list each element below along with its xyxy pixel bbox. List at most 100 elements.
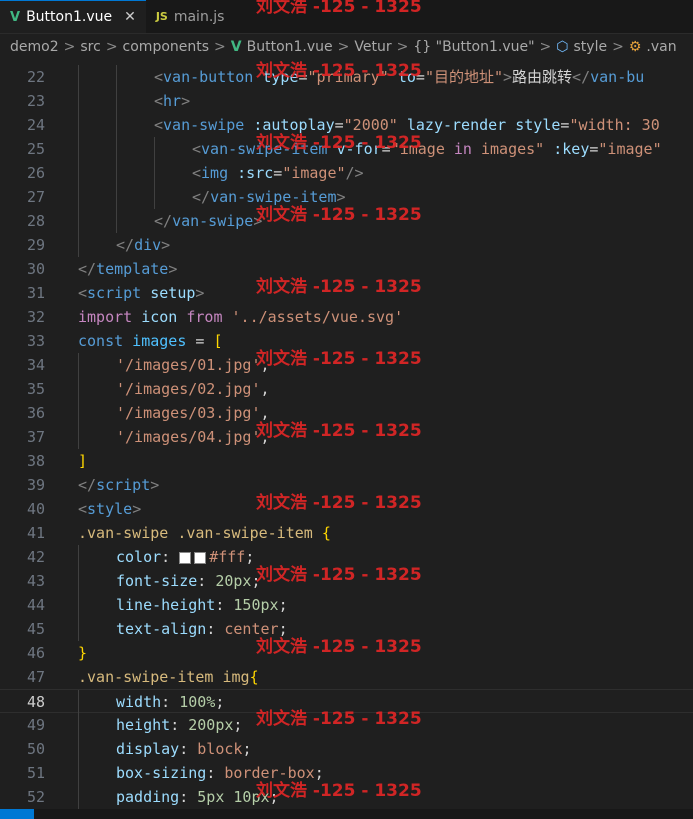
code-token: </ bbox=[78, 260, 97, 278]
code-text: const images = [ bbox=[78, 329, 223, 353]
code-token: : bbox=[170, 716, 189, 734]
code-line[interactable]: 43 font-size: 20px; 刘文浩 -125 - 1325 bbox=[0, 565, 693, 593]
breadcrumb-item[interactable]: components bbox=[123, 39, 210, 55]
code-line[interactable]: 32 import icon from '../assets/vue.svg' bbox=[0, 305, 693, 329]
code-token: ; bbox=[242, 740, 252, 758]
code-token: '../assets/vue.svg' bbox=[222, 308, 404, 326]
code-line[interactable]: 40 <style> 刘文浩 -125 - 1325 bbox=[0, 493, 693, 521]
code-token: , bbox=[260, 380, 270, 398]
code-token: width bbox=[116, 693, 162, 711]
line-number: 32 bbox=[26, 308, 45, 326]
breadcrumb-item[interactable]: .van bbox=[646, 39, 676, 55]
indent-guide bbox=[116, 89, 117, 113]
code-line[interactable]: 28 </van-swipe> 刘文浩 -125 - 1325 bbox=[0, 205, 693, 233]
code-line[interactable]: 49 height: 200px; 刘文浩 -125 - 1325 bbox=[0, 709, 693, 737]
indent-guide bbox=[78, 785, 79, 809]
indent-guide bbox=[78, 545, 79, 569]
breadcrumb-item[interactable]: style bbox=[574, 39, 608, 55]
indent-guide bbox=[78, 137, 79, 161]
breadcrumb-item[interactable]: src bbox=[80, 39, 100, 55]
indent-guide bbox=[78, 425, 79, 449]
code-line[interactable]: 52 padding: 5px 10px; 刘文浩 -125 - 1325 bbox=[0, 781, 693, 809]
code-line[interactable]: 23 <hr> bbox=[0, 89, 693, 113]
breadcrumb-item[interactable]: Vetur bbox=[354, 39, 391, 55]
code-line[interactable]: 34 '/images/01.jpg', 刘文浩 -125 - 1325 bbox=[0, 349, 693, 377]
code-token: = bbox=[186, 332, 214, 350]
code-text: '/images/03.jpg', bbox=[116, 401, 270, 425]
watermark-text: 刘文浩 -125 - 1325 bbox=[256, 349, 422, 369]
code-text: padding: 5px 10px; bbox=[116, 785, 279, 809]
code-editor[interactable]: 22 <van-button type="primary" to="目的地址">路… bbox=[0, 61, 693, 809]
js-file-icon: JS bbox=[155, 10, 168, 23]
code-token: </ bbox=[572, 68, 591, 86]
code-token: img bbox=[201, 164, 229, 182]
code-token: style bbox=[506, 116, 561, 134]
code-token: < bbox=[78, 284, 88, 302]
breadcrumb-item[interactable]: Button1.vue bbox=[247, 39, 333, 55]
line-number: 49 bbox=[26, 716, 45, 734]
code-token: script bbox=[96, 476, 151, 494]
watermark-text: 刘文浩 -125 - 1325 bbox=[256, 565, 422, 585]
line-number: 50 bbox=[26, 740, 45, 758]
indent-guide bbox=[116, 113, 117, 137]
watermark-text: 刘文浩 -125 - 1325 bbox=[256, 205, 422, 225]
color-swatch-icon[interactable] bbox=[194, 551, 207, 564]
code-token: images" bbox=[471, 140, 545, 158]
line-number: 27 bbox=[26, 188, 45, 206]
code-line[interactable]: 31 <script setup> 刘文浩 -125 - 1325 bbox=[0, 277, 693, 305]
code-token: box-sizing bbox=[116, 764, 207, 782]
code-token: > bbox=[150, 476, 160, 494]
code-token: { bbox=[321, 524, 331, 542]
code-token: : bbox=[161, 693, 180, 711]
indent-guide bbox=[116, 65, 117, 89]
code-token: : bbox=[197, 572, 216, 590]
code-line[interactable]: 47 .van-swipe-item img{ bbox=[0, 665, 693, 689]
code-text: display: block; bbox=[116, 737, 251, 761]
code-token: [ bbox=[213, 332, 223, 350]
code-text: .van-swipe .van-swipe-item { bbox=[78, 521, 331, 545]
code-line[interactable]: 44 line-height: 150px; bbox=[0, 593, 693, 617]
tab-button1-vue[interactable]: V Button1.vue ✕ bbox=[0, 0, 146, 33]
code-line[interactable]: 50 display: block; bbox=[0, 737, 693, 761]
code-line[interactable]: 35 '/images/02.jpg', bbox=[0, 377, 693, 401]
code-token: '/images/04.jpg' bbox=[116, 428, 261, 446]
code-token: style bbox=[87, 500, 133, 518]
indent-guide bbox=[78, 593, 79, 617]
code-text: line-height: 150px; bbox=[116, 593, 288, 617]
code-token: .van-swipe .van-swipe-item bbox=[78, 524, 322, 542]
indent-guide bbox=[116, 185, 117, 209]
code-token: van-bu bbox=[590, 68, 645, 86]
breadcrumb-separator: > bbox=[337, 39, 350, 55]
tab-label: main.js bbox=[173, 8, 225, 25]
code-line[interactable]: 37 '/images/04.jpg', 刘文浩 -125 - 1325 bbox=[0, 421, 693, 449]
tab-main-js[interactable]: JS main.js bbox=[146, 0, 235, 33]
code-line[interactable]: 46} 刘文浩 -125 - 1325 bbox=[0, 637, 693, 665]
code-line[interactable]: 22 <van-button type="primary" to="目的地址">路… bbox=[0, 61, 693, 89]
code-token: #fff bbox=[209, 548, 246, 566]
breadcrumb: demo2 > src > components > V Button1.vue > Vetur >… bbox=[0, 34, 693, 60]
color-swatch-icon[interactable] bbox=[179, 551, 192, 564]
indent-guide bbox=[78, 233, 79, 257]
code-token: < bbox=[154, 92, 164, 110]
breadcrumb-separator: > bbox=[214, 39, 226, 55]
code-token: images bbox=[123, 332, 187, 350]
code-token: > bbox=[503, 68, 513, 86]
indent-guide bbox=[78, 713, 79, 737]
code-token: : bbox=[179, 740, 198, 758]
breadcrumb-item[interactable]: demo2 bbox=[10, 39, 59, 55]
indent-guide bbox=[78, 737, 79, 761]
close-icon[interactable]: ✕ bbox=[124, 9, 136, 25]
code-token: div bbox=[134, 236, 162, 254]
vue-file-icon: V bbox=[10, 9, 21, 25]
breadcrumb-item[interactable]: {} "Button1.vue" bbox=[413, 39, 534, 55]
code-line[interactable]: 41 .van-swipe .van-swipe-item { bbox=[0, 521, 693, 545]
remote-indicator[interactable] bbox=[0, 809, 34, 819]
watermark-text: 刘文浩 -125 - 1325 bbox=[256, 0, 422, 17]
code-line[interactable]: 29 </div> bbox=[0, 233, 693, 257]
code-text: ] bbox=[78, 449, 87, 473]
code-line[interactable]: 25 <van-swipe-item v-for="image in images… bbox=[0, 133, 693, 161]
tab-bar: V Button1.vue ✕ JS main.js 刘文浩 -125 - 13… bbox=[0, 0, 693, 34]
code-line[interactable]: 38] bbox=[0, 449, 693, 473]
code-line[interactable]: 26 <img :src="image"/> bbox=[0, 161, 693, 185]
code-token: template bbox=[96, 260, 169, 278]
